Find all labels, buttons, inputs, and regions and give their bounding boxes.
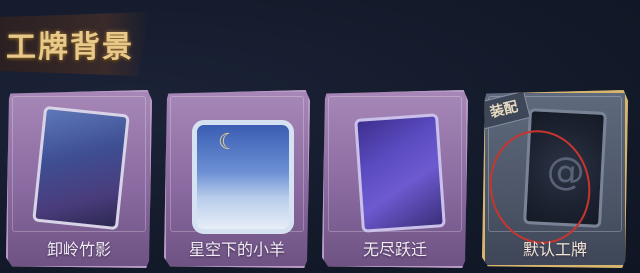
card-label: 无尽跃迁 [362, 240, 427, 259]
card-xieling-zhuying[interactable]: 卸岭竹影 [6, 90, 152, 268]
card-moren-gongpai[interactable]: @ 装配 默认工牌 [482, 90, 628, 268]
card-wujin-yueqian[interactable]: 无尽跃迁 [322, 90, 468, 268]
card-label: 默认工牌 [522, 240, 587, 259]
card-art-starry-sky [192, 120, 294, 234]
card-label: 卸岭竹影 [46, 240, 111, 259]
card-xingkong-xiaoyang[interactable]: ☾ 星空下的小羊 [164, 90, 310, 268]
card-art-galaxy [354, 113, 446, 233]
moon-icon: ☾ [218, 130, 238, 155]
card-art-bamboo [32, 105, 130, 231]
card-label: 星空下的小羊 [188, 240, 285, 259]
card-list: 卸岭竹影 ☾ 星空下的小羊 无尽跃迁 @ 装配 默认工牌 [0, 0, 640, 273]
